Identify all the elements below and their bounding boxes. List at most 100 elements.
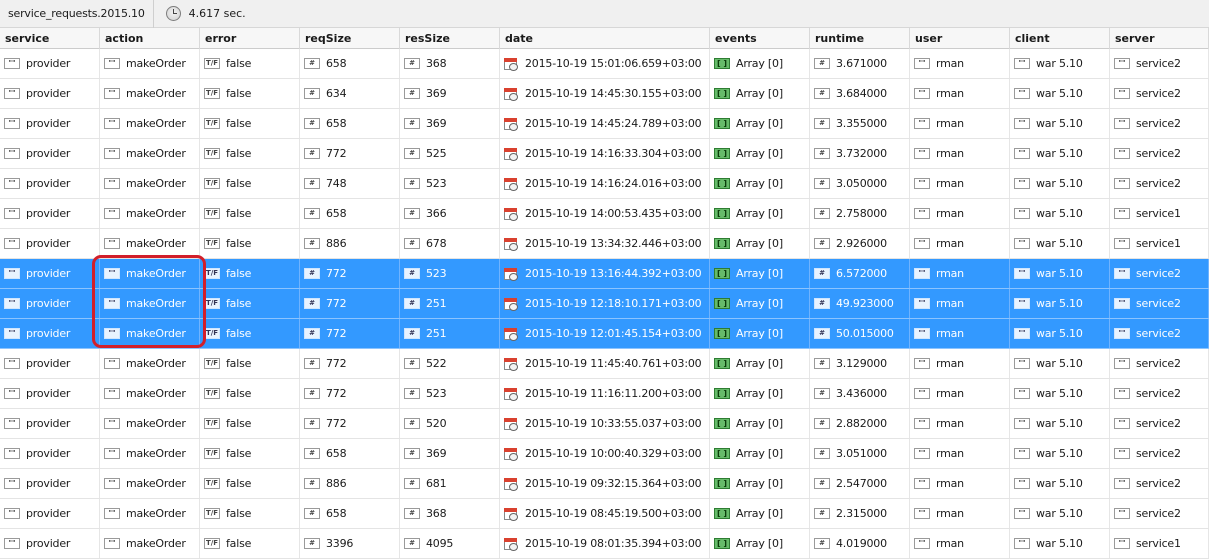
cell-client[interactable]: "" war 5.10 bbox=[1010, 319, 1110, 348]
cell-server[interactable]: "" service2 bbox=[1110, 469, 1209, 498]
cell-service[interactable]: "" provider bbox=[0, 169, 100, 198]
cell-action[interactable]: "" makeOrder bbox=[100, 289, 200, 318]
cell-date[interactable]: 2015-10-19 09:32:15.364+03:00 bbox=[500, 469, 710, 498]
cell-events[interactable]: [ ] Array [0] bbox=[710, 139, 810, 168]
cell-action[interactable]: "" makeOrder bbox=[100, 109, 200, 138]
cell-service[interactable]: "" provider bbox=[0, 499, 100, 528]
cell-service[interactable]: "" provider bbox=[0, 49, 100, 78]
column-header-user[interactable]: user bbox=[910, 28, 1010, 49]
cell-action[interactable]: "" makeOrder bbox=[100, 379, 200, 408]
cell-runtime[interactable]: #3.051000 bbox=[810, 439, 910, 468]
cell-service[interactable]: "" provider bbox=[0, 229, 100, 258]
cell-server[interactable]: "" service2 bbox=[1110, 439, 1209, 468]
cell-action[interactable]: "" makeOrder bbox=[100, 79, 200, 108]
cell-service[interactable]: "" provider bbox=[0, 469, 100, 498]
cell-server[interactable]: "" service2 bbox=[1110, 349, 1209, 378]
cell-service[interactable]: "" provider bbox=[0, 199, 100, 228]
cell-client[interactable]: "" war 5.10 bbox=[1010, 139, 1110, 168]
cell-error[interactable]: T/F false bbox=[200, 469, 300, 498]
cell-client[interactable]: "" war 5.10 bbox=[1010, 469, 1110, 498]
table-row[interactable]: "" provider "" makeOrder T/F false #634 #369 201… bbox=[0, 79, 1209, 109]
cell-server[interactable]: "" service2 bbox=[1110, 139, 1209, 168]
cell-client[interactable]: "" war 5.10 bbox=[1010, 499, 1110, 528]
cell-error[interactable]: T/F false bbox=[200, 409, 300, 438]
cell-runtime[interactable]: #3.732000 bbox=[810, 139, 910, 168]
table-row[interactable]: "" provider "" makeOrder T/F false #658 #368 201… bbox=[0, 49, 1209, 79]
cell-ressize[interactable]: #525 bbox=[400, 139, 500, 168]
cell-ressize[interactable]: #681 bbox=[400, 469, 500, 498]
cell-reqsize[interactable]: #772 bbox=[300, 319, 400, 348]
cell-error[interactable]: T/F false bbox=[200, 499, 300, 528]
cell-action[interactable]: "" makeOrder bbox=[100, 349, 200, 378]
cell-action[interactable]: "" makeOrder bbox=[100, 439, 200, 468]
cell-events[interactable]: [ ] Array [0] bbox=[710, 289, 810, 318]
cell-ressize[interactable]: #368 bbox=[400, 499, 500, 528]
cell-user[interactable]: "" rman bbox=[910, 199, 1010, 228]
cell-reqsize[interactable]: #886 bbox=[300, 469, 400, 498]
cell-action[interactable]: "" makeOrder bbox=[100, 229, 200, 258]
cell-server[interactable]: "" service2 bbox=[1110, 289, 1209, 318]
column-header-client[interactable]: client bbox=[1010, 28, 1110, 49]
cell-action[interactable]: "" makeOrder bbox=[100, 49, 200, 78]
table-row[interactable]: "" provider "" makeOrder T/F false #886 #678 201… bbox=[0, 229, 1209, 259]
cell-events[interactable]: [ ] Array [0] bbox=[710, 469, 810, 498]
cell-events[interactable]: [ ] Array [0] bbox=[710, 79, 810, 108]
cell-reqsize[interactable]: #658 bbox=[300, 109, 400, 138]
cell-events[interactable]: [ ] Array [0] bbox=[710, 529, 810, 558]
cell-error[interactable]: T/F false bbox=[200, 319, 300, 348]
cell-error[interactable]: T/F false bbox=[200, 439, 300, 468]
table-row[interactable]: "" provider "" makeOrder T/F false #658 #369 201… bbox=[0, 109, 1209, 139]
cell-ressize[interactable]: #368 bbox=[400, 49, 500, 78]
cell-date[interactable]: 2015-10-19 10:33:55.037+03:00 bbox=[500, 409, 710, 438]
cell-server[interactable]: "" service1 bbox=[1110, 529, 1209, 558]
cell-error[interactable]: T/F false bbox=[200, 349, 300, 378]
cell-client[interactable]: "" war 5.10 bbox=[1010, 229, 1110, 258]
cell-service[interactable]: "" provider bbox=[0, 379, 100, 408]
cell-server[interactable]: "" service2 bbox=[1110, 79, 1209, 108]
column-header-events[interactable]: events bbox=[710, 28, 810, 49]
cell-runtime[interactable]: #4.019000 bbox=[810, 529, 910, 558]
cell-reqsize[interactable]: #748 bbox=[300, 169, 400, 198]
cell-ressize[interactable]: #523 bbox=[400, 379, 500, 408]
cell-events[interactable]: [ ] Array [0] bbox=[710, 439, 810, 468]
cell-server[interactable]: "" service2 bbox=[1110, 409, 1209, 438]
cell-service[interactable]: "" provider bbox=[0, 139, 100, 168]
cell-service[interactable]: "" provider bbox=[0, 409, 100, 438]
column-header-runtime[interactable]: runtime bbox=[810, 28, 910, 49]
cell-action[interactable]: "" makeOrder bbox=[100, 199, 200, 228]
cell-events[interactable]: [ ] Array [0] bbox=[710, 199, 810, 228]
table-row[interactable]: "" provider "" makeOrder T/F false #772 #522 201… bbox=[0, 349, 1209, 379]
cell-client[interactable]: "" war 5.10 bbox=[1010, 529, 1110, 558]
cell-server[interactable]: "" service1 bbox=[1110, 199, 1209, 228]
cell-events[interactable]: [ ] Array [0] bbox=[710, 109, 810, 138]
cell-date[interactable]: 2015-10-19 10:00:40.329+03:00 bbox=[500, 439, 710, 468]
cell-ressize[interactable]: #369 bbox=[400, 79, 500, 108]
cell-client[interactable]: "" war 5.10 bbox=[1010, 289, 1110, 318]
table-row[interactable]: "" provider "" makeOrder T/F false #658 #366 201… bbox=[0, 199, 1209, 229]
cell-user[interactable]: "" rman bbox=[910, 379, 1010, 408]
cell-reqsize[interactable]: #658 bbox=[300, 199, 400, 228]
cell-action[interactable]: "" makeOrder bbox=[100, 499, 200, 528]
cell-ressize[interactable]: #369 bbox=[400, 439, 500, 468]
cell-user[interactable]: "" rman bbox=[910, 229, 1010, 258]
cell-user[interactable]: "" rman bbox=[910, 139, 1010, 168]
cell-action[interactable]: "" makeOrder bbox=[100, 469, 200, 498]
cell-service[interactable]: "" provider bbox=[0, 289, 100, 318]
cell-client[interactable]: "" war 5.10 bbox=[1010, 349, 1110, 378]
cell-client[interactable]: "" war 5.10 bbox=[1010, 439, 1110, 468]
table-row[interactable]: "" provider "" makeOrder T/F false #772 #251 201… bbox=[0, 319, 1209, 349]
cell-runtime[interactable]: #3.671000 bbox=[810, 49, 910, 78]
cell-client[interactable]: "" war 5.10 bbox=[1010, 379, 1110, 408]
cell-user[interactable]: "" rman bbox=[910, 409, 1010, 438]
cell-service[interactable]: "" provider bbox=[0, 529, 100, 558]
cell-error[interactable]: T/F false bbox=[200, 109, 300, 138]
cell-date[interactable]: 2015-10-19 12:18:10.171+03:00 bbox=[500, 289, 710, 318]
cell-user[interactable]: "" rman bbox=[910, 169, 1010, 198]
cell-action[interactable]: "" makeOrder bbox=[100, 529, 200, 558]
cell-ressize[interactable]: #523 bbox=[400, 259, 500, 288]
cell-server[interactable]: "" service2 bbox=[1110, 109, 1209, 138]
cell-date[interactable]: 2015-10-19 14:00:53.435+03:00 bbox=[500, 199, 710, 228]
table-row[interactable]: "" provider "" makeOrder T/F false #772 #523 201… bbox=[0, 259, 1209, 289]
cell-events[interactable]: [ ] Array [0] bbox=[710, 259, 810, 288]
cell-server[interactable]: "" service2 bbox=[1110, 49, 1209, 78]
